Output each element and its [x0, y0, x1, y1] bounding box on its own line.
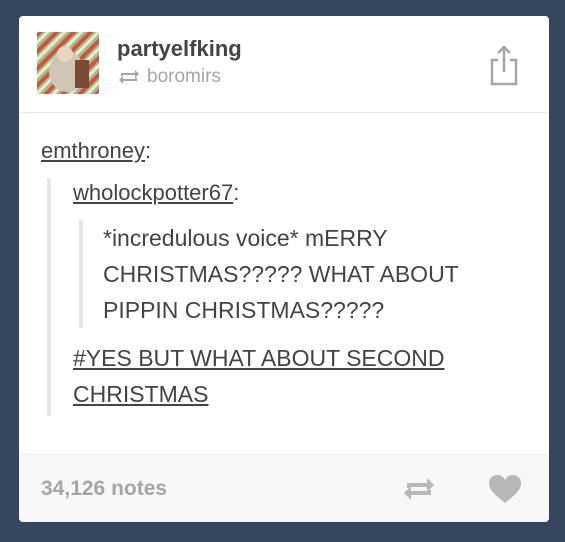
reblog-icon	[117, 68, 141, 86]
quote-text: *incredulous voice* mERRY CHRISTMAS?????…	[103, 225, 459, 323]
colon: :	[233, 180, 240, 205]
reblog-icon	[404, 478, 434, 500]
post-footer: 34,126 notes	[19, 454, 549, 522]
reblogged-from-link[interactable]: boromirs	[147, 66, 221, 88]
like-button[interactable]	[487, 473, 523, 505]
reblog-source: boromirs	[117, 66, 221, 88]
avatar[interactable]	[37, 32, 99, 94]
inner-user-link[interactable]: wholockpotter67	[73, 180, 233, 205]
colon: :	[144, 138, 152, 163]
heart-icon	[489, 475, 521, 503]
blockquote-outer: wholockpotter67: *incredulous voice* mER…	[47, 178, 531, 416]
reblog-button[interactable]	[401, 475, 437, 503]
reply-text: #YES BUT WHAT ABOUT SECOND CHRISTMAS	[73, 345, 445, 407]
source-user-link[interactable]: emthroney	[41, 138, 145, 163]
share-icon[interactable]	[489, 44, 519, 86]
notes-count[interactable]: 34,126 notes	[41, 477, 167, 501]
blockquote-inner: *incredulous voice* mERRY CHRISTMAS?????…	[79, 220, 531, 328]
post-author[interactable]: partyelfking	[117, 36, 242, 62]
header-divider	[19, 112, 549, 113]
post-body: emthroney: wholockpotter67: *incredulous…	[41, 136, 531, 416]
post-header: partyelfking boromirs	[19, 16, 549, 112]
post-card: partyelfking boromirs emthroney: wholock…	[19, 16, 549, 522]
